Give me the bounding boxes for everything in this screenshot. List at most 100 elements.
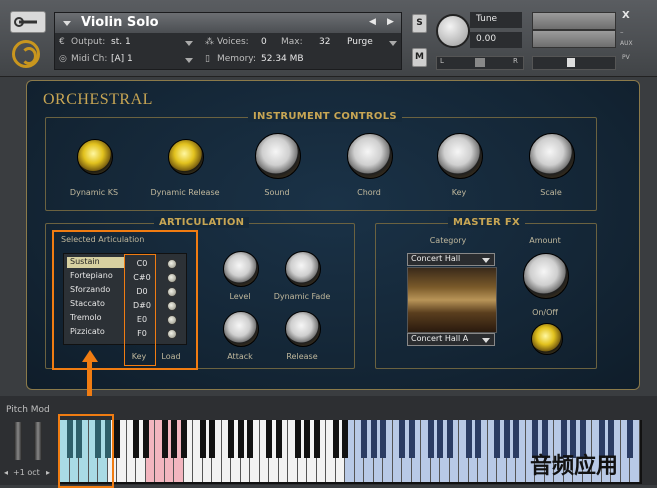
keyswitch-highlight-frame [58,414,114,488]
voices-value: 0 [261,37,267,47]
octave-down-icon[interactable]: ◂ [4,468,8,477]
instrument-info-box: Violin Solo ◀ ▶ € Output: st. 1 ⁂ Voices… [54,12,402,70]
black-key[interactable] [627,420,633,458]
pv-button[interactable]: PV [622,54,630,61]
next-instrument-icon[interactable]: ▶ [387,17,394,27]
master-fx-onoff-toggle[interactable] [531,323,563,355]
release-knob[interactable] [285,311,321,347]
black-key[interactable] [437,420,443,458]
midi-channel-value[interactable]: [A] 1 [111,54,133,64]
black-key[interactable] [266,420,272,458]
pan-slider[interactable]: L R [436,56,524,70]
prev-instrument-icon[interactable]: ◀ [369,17,376,27]
level-label: Level [229,292,251,301]
black-key[interactable] [427,420,434,458]
instrument-header: Violin Solo ◀ ▶ € Output: st. 1 ⁂ Voices… [0,0,657,77]
max-voices-value[interactable]: 32 [319,37,330,47]
black-key[interactable] [142,420,149,458]
black-key[interactable] [494,420,500,458]
output-dropdown-icon[interactable] [185,41,193,46]
black-key[interactable] [465,420,472,458]
black-key[interactable] [161,420,168,458]
dynamic-ks-toggle[interactable] [77,139,113,175]
category-dropdown[interactable]: Concert Hall [407,253,495,266]
mute-button[interactable]: M [412,48,427,67]
purge-dropdown-icon[interactable] [389,41,397,46]
black-key[interactable] [361,420,367,458]
black-key[interactable] [342,420,348,458]
scale-knob[interactable] [529,133,575,179]
black-key[interactable] [294,420,301,458]
dynamic-fade-knob[interactable] [285,251,321,287]
preset-value: Concert Hall A [411,334,469,343]
chord-label: Chord [357,188,381,197]
close-button[interactable]: X [622,10,630,21]
tune-value-box[interactable]: 0.00 [470,32,522,48]
watermark-text: 音频应用 [530,454,619,479]
dynamic-fade-label: Dynamic Fade [273,292,331,301]
instrument-controls-box: INSTRUMENT CONTROLS [45,111,597,211]
dropdown-triangle-icon[interactable] [63,21,71,26]
black-key[interactable] [370,420,377,458]
black-key[interactable] [228,420,234,458]
aux-button[interactable]: AUX [620,40,633,47]
level-knob[interactable] [223,251,259,287]
dynamic-release-toggle[interactable] [168,139,204,175]
articulation-title: ARTICULATION [154,217,250,228]
pan-right-label: R [513,57,518,65]
attack-knob[interactable] [223,311,259,347]
black-key[interactable] [475,420,481,458]
sound-knob[interactable] [255,133,301,179]
black-key[interactable] [171,420,177,458]
attack-label: Attack [227,352,253,361]
black-key[interactable] [380,420,386,458]
volume-handle[interactable] [567,58,575,67]
black-key[interactable] [408,420,415,458]
black-key[interactable] [199,420,206,458]
preset-dropdown[interactable]: Concert Hall A [407,333,495,346]
tune-knob[interactable] [436,14,470,48]
black-key[interactable] [180,420,187,458]
pitch-mod-label: Pitch Mod [6,405,50,415]
dynamic-release-label: Dynamic Release [150,188,220,197]
purge-menu[interactable]: Purge [347,37,373,47]
pan-handle[interactable] [475,58,485,67]
octave-up-icon[interactable]: ▸ [46,468,50,477]
black-key[interactable] [503,420,510,458]
black-key[interactable] [399,420,405,458]
black-key[interactable] [304,420,310,458]
output-icon: € [59,37,65,47]
amount-knob[interactable] [523,253,569,299]
black-key[interactable] [275,420,282,458]
instrument-title-row: Violin Solo ◀ ▶ [55,13,401,33]
black-key[interactable] [247,420,253,458]
black-key[interactable] [209,420,215,458]
black-key[interactable] [332,420,339,458]
black-key[interactable] [114,420,120,458]
black-key[interactable] [313,420,320,458]
output-value[interactable]: st. 1 [111,37,131,47]
solo-button[interactable]: S [412,14,427,33]
output-label: Output: [71,37,106,47]
midi-dropdown-icon[interactable] [185,58,193,63]
black-key[interactable] [133,420,139,458]
memory-value: 52.34 MB [261,54,304,64]
volume-slider[interactable] [532,56,616,70]
octave-label: +1 oct [13,468,40,477]
key-knob[interactable] [437,133,483,179]
black-key[interactable] [237,420,244,458]
wrench-icon[interactable] [10,11,46,33]
black-key[interactable] [513,420,519,458]
chord-knob[interactable] [347,133,393,179]
concert-hall-image [407,267,497,333]
midi-icon: ◎ [59,54,67,64]
black-key[interactable] [446,420,453,458]
midi-channel-label: Midi Ch: [71,54,108,64]
mod-wheel[interactable] [34,422,42,460]
minimize-icon[interactable]: – [620,28,624,36]
instrument-name[interactable]: Violin Solo [81,15,159,30]
pitch-wheel[interactable] [14,422,22,460]
tune-value: 0.00 [476,34,497,44]
master-fx-title: MASTER FX [448,217,525,228]
sound-label: Sound [264,188,290,197]
